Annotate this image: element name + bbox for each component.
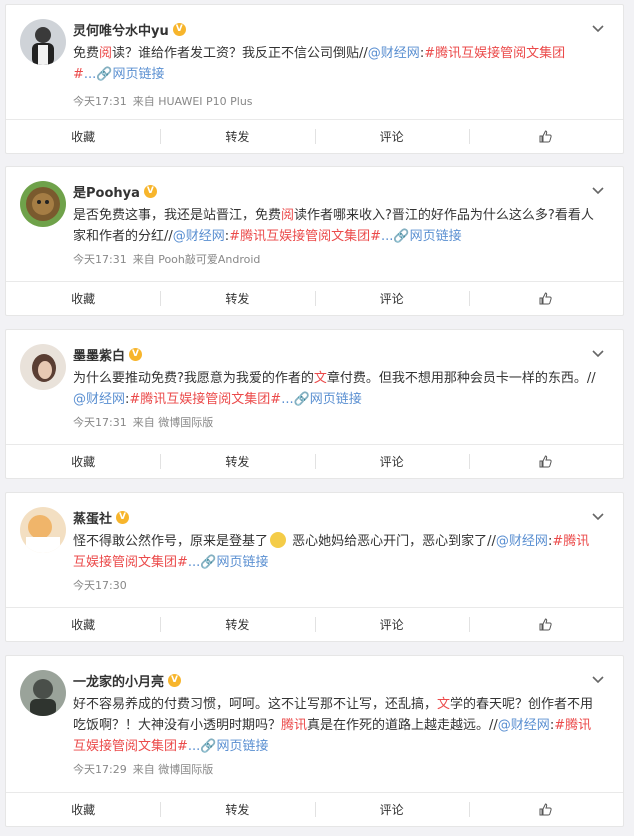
post-source: 来自 HUAWEI P10 Plus [132, 95, 253, 108]
mention-link[interactable]: @财经网 [496, 534, 548, 549]
action-bar: 收藏 转发 评论 [6, 607, 623, 641]
link-icon: 🔗 [293, 392, 310, 407]
web-link[interactable]: 网页链接 [310, 392, 362, 407]
action-bar: 收藏 转发 评论 [6, 444, 623, 478]
thumbs-up-icon [539, 130, 552, 143]
thumbs-up-icon [539, 455, 552, 468]
mention-link[interactable]: @财经网 [368, 46, 420, 61]
comment-button[interactable]: 评论 [314, 445, 469, 478]
comment-button[interactable]: 评论 [314, 608, 469, 641]
like-button[interactable] [468, 120, 623, 153]
avatar[interactable] [20, 344, 66, 390]
action-bar: 收藏 转发 评论 [6, 119, 623, 153]
username[interactable]: 一龙家的小月亮 [73, 671, 164, 690]
vip-badge-icon: V [172, 22, 186, 36]
collect-button[interactable]: 收藏 [6, 793, 160, 826]
thumbs-up-icon [539, 803, 552, 816]
mention-link[interactable]: @财经网 [73, 392, 125, 407]
like-button[interactable] [468, 608, 623, 641]
post-source: 来自 微博国际版 [132, 416, 214, 429]
thinking-emoji-icon [270, 532, 287, 548]
comment-button[interactable]: 评论 [314, 282, 469, 315]
comment-button[interactable]: 评论 [314, 793, 469, 826]
avatar[interactable] [20, 507, 66, 553]
comment-button[interactable]: 评论 [314, 120, 469, 153]
mention-link[interactable]: @财经网 [173, 229, 225, 244]
post-time[interactable]: 今天17:31 [73, 416, 127, 429]
post-text: 好不容易养成的付费习惯，呵呵。这不让写那不让写，还乱搞，文学的春天呢？创作者不用… [73, 697, 594, 754]
action-bar: 收藏 转发 评论 [6, 281, 623, 315]
post-time[interactable]: 今天17:29 [73, 763, 127, 776]
post-text: 是否免费这事，我还是站晋江，免费阅读作者哪来收入?晋江的好作品为什么这么多?看看… [73, 208, 594, 244]
post-meta: 今天17:31 来自 Pooh敲可爱Android [73, 251, 260, 267]
post-source: 来自 Pooh敲可爱Android [132, 253, 261, 266]
post-card: 是Poohya V 是否免费这事，我还是站晋江，免费阅读作者哪来收入?晋江的好作… [5, 166, 624, 316]
link-icon: 🔗 [393, 229, 410, 244]
post-card: 一龙家的小月亮 V 好不容易养成的付费习惯，呵呵。这不让写那不让写，还乱搞，文学… [5, 655, 624, 827]
post-time[interactable]: 今天17:31 [73, 95, 127, 108]
repost-button[interactable]: 转发 [160, 120, 314, 153]
avatar[interactable] [20, 19, 66, 65]
post-time[interactable]: 今天17:30 [73, 579, 127, 592]
post-text: 为什么要推动免费?我愿意为我爱的作者的文章付费。但我不想用那种会员卡一样的东西。… [73, 371, 596, 407]
web-link[interactable]: 网页链接 [217, 739, 269, 754]
web-link[interactable]: 网页链接 [410, 229, 462, 244]
collect-button[interactable]: 收藏 [6, 282, 160, 315]
thumbs-up-icon [539, 292, 552, 305]
post-card: 墨墨紫白 V 为什么要推动免费?我愿意为我爱的作者的文章付费。但我不想用那种会员… [5, 329, 624, 479]
username[interactable]: 灵何唯兮水中yu [73, 20, 169, 39]
topic-link[interactable]: #腾讯互娱接管阅文集团# [229, 229, 381, 244]
chevron-down-icon[interactable] [591, 509, 605, 523]
avatar[interactable] [20, 181, 66, 227]
link-icon: 🔗 [200, 739, 217, 754]
vip-badge-icon: V [168, 673, 182, 687]
like-button[interactable] [468, 445, 623, 478]
post-meta: 今天17:31 来自 微博国际版 [73, 414, 213, 430]
repost-button[interactable]: 转发 [160, 793, 314, 826]
post-card: 蒸蛋社 V 怪不得敢公然作号，原来是登基了 恶心她妈给恶心开门，恶心到家了//@… [5, 492, 624, 642]
repost-button[interactable]: 转发 [160, 445, 314, 478]
web-link[interactable]: 网页链接 [217, 555, 269, 570]
post-source: 来自 微博国际版 [132, 763, 214, 776]
post-card: 灵何唯兮水中yu V 免费阅读？谁给作者发工资？我反正不信公司倒贴//@财经网:… [5, 4, 624, 154]
post-time[interactable]: 今天17:31 [73, 253, 127, 266]
avatar[interactable] [20, 670, 66, 716]
vip-badge-icon: V [143, 184, 157, 198]
repost-button[interactable]: 转发 [160, 608, 314, 641]
post-text: 免费阅读？谁给作者发工资？我反正不信公司倒贴//@财经网:#腾讯互娱接管阅文集团… [73, 46, 566, 82]
link-icon: 🔗 [200, 555, 217, 570]
collect-button[interactable]: 收藏 [6, 120, 160, 153]
repost-button[interactable]: 转发 [160, 282, 314, 315]
like-button[interactable] [468, 793, 623, 826]
link-icon: 🔗 [96, 67, 113, 82]
like-button[interactable] [468, 282, 623, 315]
vip-badge-icon: V [116, 510, 130, 524]
vip-badge-icon: V [129, 347, 143, 361]
post-meta: 今天17:29 来自 微博国际版 [73, 761, 213, 777]
chevron-down-icon[interactable] [591, 21, 605, 35]
mention-link[interactable]: @财经网 [498, 718, 550, 733]
collect-button[interactable]: 收藏 [6, 608, 160, 641]
action-bar: 收藏 转发 评论 [6, 792, 623, 826]
collect-button[interactable]: 收藏 [6, 445, 160, 478]
post-meta: 今天17:31 来自 HUAWEI P10 Plus [73, 93, 253, 109]
post-text: 怪不得敢公然作号，原来是登基了 恶心她妈给恶心开门，恶心到家了//@财经网:#腾… [73, 532, 590, 570]
post-meta: 今天17:30 [73, 577, 127, 593]
topic-link[interactable]: #腾讯互娱接管阅文集团# [129, 392, 281, 407]
username[interactable]: 是Poohya [73, 182, 140, 201]
web-link[interactable]: 网页链接 [113, 67, 165, 82]
username[interactable]: 蒸蛋社 [73, 508, 112, 527]
username[interactable]: 墨墨紫白 [73, 345, 125, 364]
chevron-down-icon[interactable] [591, 183, 605, 197]
chevron-down-icon[interactable] [591, 672, 605, 686]
thumbs-up-icon [539, 618, 552, 631]
chevron-down-icon[interactable] [591, 346, 605, 360]
